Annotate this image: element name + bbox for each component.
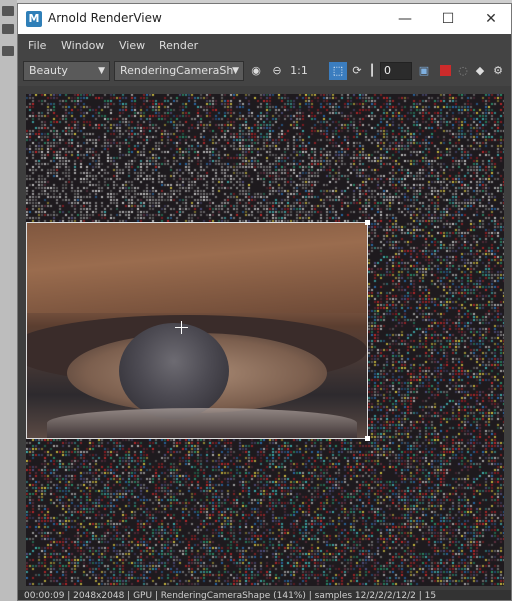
menu-view[interactable]: View: [119, 39, 145, 52]
refresh-icon[interactable]: ⟳: [350, 62, 364, 80]
camera-dropdown[interactable]: RenderingCameraSh ▼: [114, 61, 244, 81]
crop-region-icon[interactable]: ⬚: [329, 62, 347, 80]
render-image[interactable]: [26, 94, 504, 586]
progressive-icon[interactable]: ◌: [456, 62, 470, 80]
window-title: Arnold RenderView: [48, 11, 162, 25]
display-icon[interactable]: ◉: [247, 62, 265, 80]
maximize-button[interactable]: ☐: [433, 7, 463, 31]
minimize-icon: —: [398, 11, 412, 27]
region-handle[interactable]: [365, 436, 370, 441]
exposure-input[interactable]: 0: [380, 62, 412, 80]
stop-icon: [439, 65, 451, 76]
snapshot-icon[interactable]: ▣: [416, 62, 432, 80]
stop-button[interactable]: [437, 62, 453, 80]
chevron-down-icon: ▼: [232, 66, 239, 76]
menu-file[interactable]: File: [28, 39, 46, 52]
sphere-icon[interactable]: ⊖: [268, 62, 286, 80]
maya-app-icon: M: [26, 11, 42, 27]
one-to-one-button[interactable]: 1:1: [288, 62, 310, 80]
camera-dropdown-value: RenderingCameraSh: [120, 64, 234, 77]
chevron-down-icon: ▼: [98, 66, 105, 76]
renderview-window: M Arnold RenderView — ☐ ✕ File Window Vi…: [17, 3, 512, 601]
settings-icon[interactable]: ⚙: [490, 62, 506, 80]
close-button[interactable]: ✕: [476, 7, 506, 31]
desktop-icon: [2, 46, 14, 56]
maximize-icon: ☐: [441, 11, 455, 27]
minimize-button[interactable]: —: [390, 7, 420, 31]
iris: [119, 323, 229, 419]
render-region[interactable]: [26, 222, 368, 439]
skin-area: [27, 223, 367, 313]
exposure-slider-icon[interactable]: ┃: [366, 62, 378, 80]
crosshair-cursor: [175, 321, 188, 334]
toolbar: Beauty ▼ RenderingCameraSh ▼ ◉ ⊖ 1:1 ⬚ ⟳…: [18, 56, 511, 86]
menu-bar: File Window View Render: [18, 34, 511, 56]
aov-dropdown-value: Beauty: [29, 64, 68, 77]
region-handle[interactable]: [365, 220, 370, 225]
aov-dropdown[interactable]: Beauty ▼: [23, 61, 110, 81]
menu-window[interactable]: Window: [61, 39, 104, 52]
close-icon: ✕: [485, 11, 497, 27]
desktop-icon: [2, 24, 14, 34]
status-bar: 00:00:09 | 2048x2048 | GPU | RenderingCa…: [18, 590, 511, 600]
title-bar: M Arnold RenderView — ☐ ✕: [18, 4, 511, 34]
lower-lashes: [47, 408, 357, 438]
desktop-strip: [0, 0, 17, 601]
menu-render[interactable]: Render: [159, 39, 198, 52]
desktop-icon: [2, 6, 14, 16]
render-viewport[interactable]: [18, 86, 511, 590]
debug-shading-icon[interactable]: ◆: [472, 62, 488, 80]
